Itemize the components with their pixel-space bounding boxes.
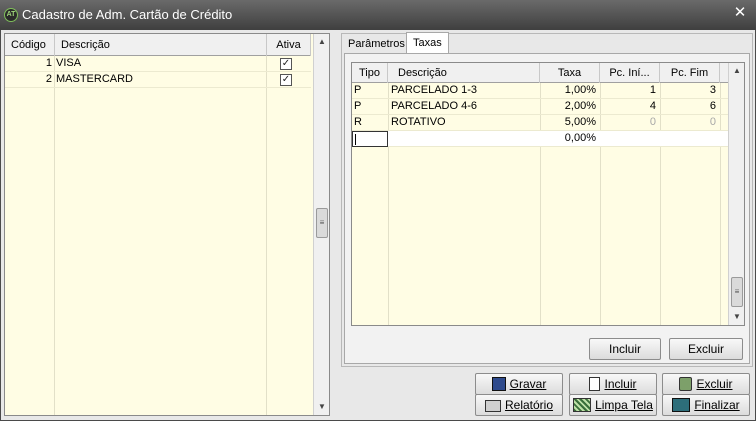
tab-parametros[interactable]: Parâmetros: [342, 34, 411, 54]
incluir-button[interactable]: Incluir: [569, 373, 657, 395]
ativa-checkbox[interactable]: ✓: [280, 74, 292, 86]
taxas-grid-header: Tipo Descrição Taxa Pc. Iní... Pc. Fim: [352, 63, 728, 83]
ativa-checkbox[interactable]: ✓: [280, 58, 292, 70]
cell-pc-ini: [600, 131, 656, 147]
text-caret: [355, 134, 356, 145]
new-row[interactable]: 0,00%: [352, 131, 728, 147]
incluir-taxa-button[interactable]: Incluir: [589, 338, 661, 360]
taxas-grid-body: P PARCELADO 1-3 1,00% 1 3 P PARCELADO 4-…: [352, 83, 728, 325]
cell-descricao: ROTATIVO: [391, 116, 446, 128]
excluir-label: Excluir: [696, 377, 733, 391]
finalizar-button[interactable]: Finalizar: [662, 394, 750, 416]
cell-pc-fim: 6: [709, 100, 716, 112]
cell-descricao: PARCELADO 1-3: [391, 84, 477, 96]
relatorio-label: Relatório: [504, 398, 554, 412]
tipo-edit-field[interactable]: [352, 131, 388, 147]
window-client-area: Código Descrição Ativa 1 VISA ✓ 2 MASTER…: [1, 30, 755, 420]
relatorio-button[interactable]: Relatório: [475, 394, 563, 416]
gravar-button[interactable]: Gravar: [475, 373, 563, 395]
left-grid-scrollbar[interactable]: ▲ ≡ ▼: [313, 34, 329, 415]
gravar-label: Gravar: [509, 377, 547, 391]
window-title: Cadastro de Adm. Cartão de Crédito: [22, 7, 233, 22]
cell-descricao: PARCELADO 4-6: [391, 100, 477, 112]
cell-pc-ini: 0: [649, 116, 656, 128]
cell-taxa: 0,00%: [564, 132, 596, 144]
column-divider: [266, 56, 267, 415]
scroll-thumb[interactable]: ≡: [316, 208, 328, 238]
new-document-icon: [589, 377, 601, 391]
finalizar-label: Finalizar: [694, 398, 740, 412]
trash-bin-icon: [679, 377, 693, 391]
floppy-disk-icon: [491, 377, 506, 391]
tab-taxas[interactable]: Taxas: [406, 32, 449, 53]
cell-taxa: 5,00%: [564, 116, 596, 128]
limpa-tela-label: Limpa Tela: [595, 398, 653, 412]
table-row[interactable]: 1 VISA ✓: [5, 56, 311, 72]
cell-codigo: 1: [45, 57, 52, 69]
card-admin-grid[interactable]: Código Descrição Ativa 1 VISA ✓ 2 MASTER…: [4, 33, 330, 416]
incluir-label: Incluir: [604, 377, 637, 391]
excluir-taxa-button[interactable]: Excluir: [669, 338, 743, 360]
cell-tipo: P: [354, 84, 362, 96]
scroll-down-arrow-icon[interactable]: ▼: [314, 399, 329, 415]
limpa-tela-button[interactable]: Limpa Tela: [569, 394, 657, 416]
scroll-up-arrow-icon[interactable]: ▲: [729, 63, 744, 79]
column-divider: [54, 56, 55, 415]
card-admin-grid-body: 1 VISA ✓ 2 MASTERCARD ✓: [5, 56, 311, 415]
clear-screen-icon: [573, 398, 592, 412]
column-header-ativa[interactable]: Ativa: [267, 34, 311, 56]
table-row[interactable]: P PARCELADO 4-6 2,00% 4 6: [352, 99, 728, 115]
table-row[interactable]: 2 MASTERCARD ✓: [5, 72, 311, 88]
cell-descricao: MASTERCARD: [56, 73, 134, 85]
close-button[interactable]: ✕: [732, 5, 748, 21]
cell-taxa: 2,00%: [564, 100, 596, 112]
cell-pc-ini: 4: [649, 100, 656, 112]
cell-tipo: R: [354, 116, 362, 128]
cell-pc-fim: [660, 131, 716, 147]
column-header-taxa[interactable]: Taxa: [540, 63, 600, 83]
column-header-codigo[interactable]: Código: [5, 34, 55, 56]
column-header-descricao[interactable]: Descrição: [55, 34, 267, 56]
taxas-tab-page: Tipo Descrição Taxa Pc. Iní... Pc. Fim P…: [344, 53, 750, 364]
excluir-button[interactable]: Excluir: [662, 373, 750, 395]
scroll-thumb[interactable]: ≡: [731, 277, 743, 307]
cell-pc-ini: 1: [649, 84, 656, 96]
cell-tipo: P: [354, 100, 362, 112]
scroll-up-arrow-icon[interactable]: ▲: [314, 34, 329, 50]
scroll-down-arrow-icon[interactable]: ▼: [729, 309, 744, 325]
table-row[interactable]: R ROTATIVO 5,00% 0 0: [352, 115, 728, 131]
column-header-pc-ini[interactable]: Pc. Iní...: [600, 63, 660, 83]
cell-taxa: 1,00%: [564, 84, 596, 96]
app-logo-icon: AT: [4, 8, 18, 22]
exit-icon: [672, 398, 691, 412]
printer-icon: [484, 400, 501, 412]
cell-pc-fim: 0: [709, 116, 716, 128]
column-header-pc-fim[interactable]: Pc. Fim: [660, 63, 720, 83]
cell-codigo: 2: [45, 73, 52, 85]
cell-pc-fim: 3: [709, 84, 716, 96]
cell-descricao: VISA: [56, 57, 82, 69]
column-header-descricao[interactable]: Descrição: [388, 63, 540, 83]
taxas-grid-scrollbar[interactable]: ▲ ≡ ▼: [728, 63, 744, 325]
card-admin-grid-header: Código Descrição Ativa: [5, 34, 311, 56]
table-row[interactable]: P PARCELADO 1-3 1,00% 1 3: [352, 83, 728, 99]
title-bar: AT Cadastro de Adm. Cartão de Crédito ✕: [0, 0, 756, 30]
cell-descricao: [391, 131, 537, 147]
tabbed-panel: Parâmetros Taxas Tipo Descrição Taxa Pc.…: [341, 32, 753, 367]
taxas-grid[interactable]: Tipo Descrição Taxa Pc. Iní... Pc. Fim P…: [351, 62, 745, 326]
column-header-tipo[interactable]: Tipo: [352, 63, 388, 83]
